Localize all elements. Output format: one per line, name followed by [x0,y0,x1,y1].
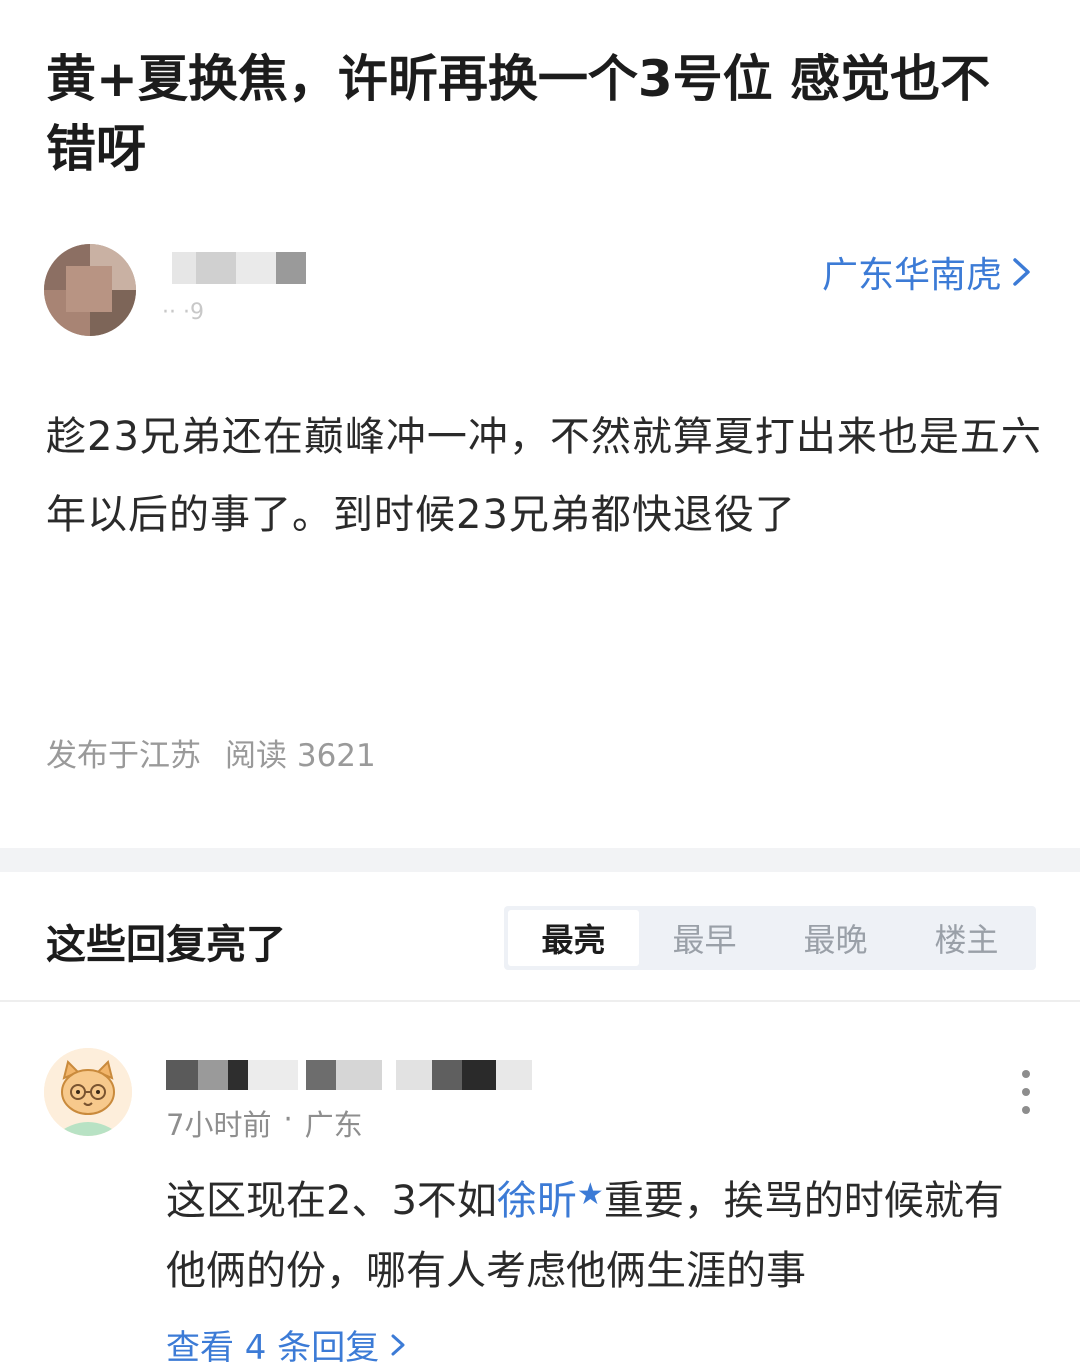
post-body: 趁23兄弟还在巅峰冲一冲，不然就算夏打出来也是五六年以后的事了。到时候23兄弟都… [46,414,1042,538]
tab-earliest[interactable]: 最早 [639,910,770,966]
commenter-name-blurred[interactable] [166,1060,536,1090]
chevron-right-icon [1013,258,1030,286]
view-replies-label: 查看 4 条回复 [166,1328,380,1368]
commenter-avatar[interactable] [44,1048,132,1136]
comment-text-part1: 这区现在2、3不如 [166,1178,497,1224]
user-mention-link[interactable]: 徐昕 [497,1178,577,1224]
more-options-icon[interactable] [1016,1070,1036,1120]
post-location: 发布于江苏 [46,738,201,774]
chevron-right-icon [391,1334,405,1355]
view-replies-link[interactable]: 查看 4 条回复 [166,1320,407,1369]
forum-link[interactable]: 广东华南虎 [822,246,1034,298]
replies-title: 这些回复亮了 [46,922,286,968]
divider [0,1000,1080,1002]
post-footer: 发布于江苏 阅读 3621 [46,730,376,775]
comment-meta: 7小时前 · 广东 [166,1102,363,1144]
sort-tabs: 最亮 最早 最晚 楼主 [504,906,1036,970]
comment-text: 这区现在2、3不如徐昕★重要，挨骂的时候就有他俩的份，哪有人考虑他俩生涯的事 [166,1160,1036,1306]
comment-item: 7小时前 · 广东 这区现在2、3不如徐昕★重要，挨骂的时候就有他俩的份，哪有人… [0,1030,1080,1369]
post-read-count: 阅读 3621 [225,738,376,774]
comment-time: 7小时前 [166,1108,272,1142]
section-divider [0,848,1080,872]
mention-star-icon: ★ [576,1177,604,1212]
post-title: 黄+夏换焦，许昕再换一个3号位 感觉也不错呀 [46,50,991,178]
tab-latest[interactable]: 最晚 [770,910,901,966]
author-row: ·· ·9 广东华南虎 [44,244,1034,340]
cartoon-cat-avatar-icon [44,1048,132,1136]
comment-location: 广东 [304,1108,363,1142]
author-meta-blurred: ·· ·9 [162,300,204,325]
meta-separator: · [283,1102,293,1136]
author-avatar[interactable] [44,244,136,336]
author-name-blurred[interactable] [172,252,306,284]
tab-op-only[interactable]: 楼主 [901,910,1032,966]
replies-header: 这些回复亮了 最亮 最早 最晚 楼主 [0,872,1080,1000]
tab-hottest[interactable]: 最亮 [508,910,639,966]
forum-link-label: 广东华南虎 [821,255,1002,296]
